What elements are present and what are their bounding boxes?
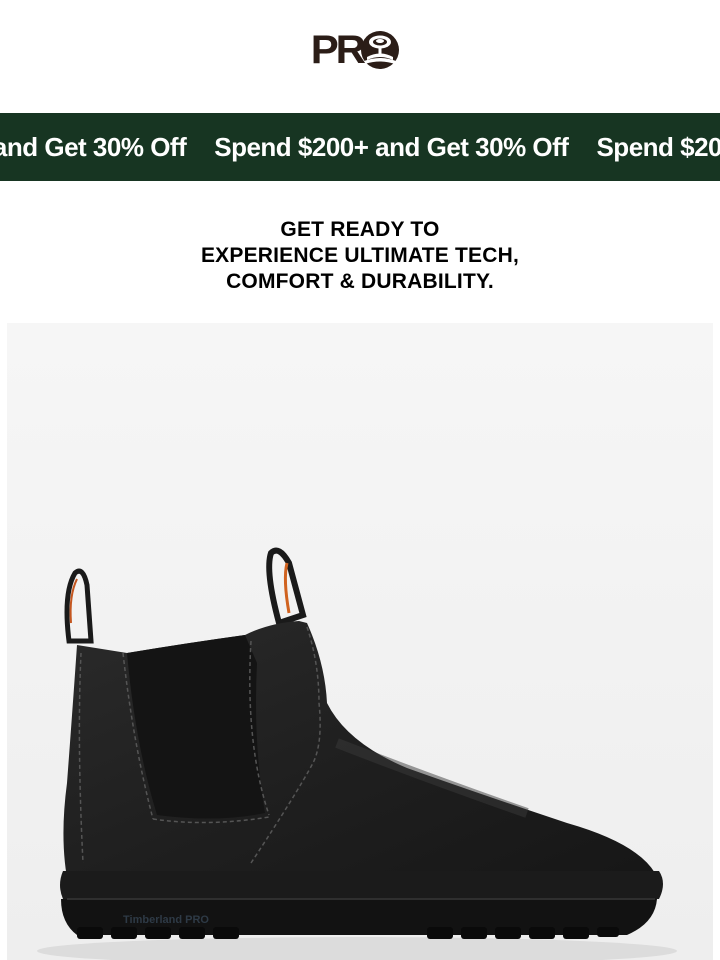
promo-text: Spend $200+ and Get 30% Off: [214, 132, 569, 162]
headline-line: GET READY TO: [280, 218, 440, 241]
page-headline: GET READY TO EXPERIENCE ULTIMATE TECH, C…: [0, 217, 720, 295]
boot-illustration: Timberland PRO: [7, 323, 713, 960]
promo-marquee: Spend $200+ and Get 30% Off Spend $200+ …: [0, 113, 720, 181]
header: PR: [0, 0, 720, 113]
headline-line: COMFORT & DURABILITY.: [226, 270, 494, 293]
logo-wordmark: PR: [310, 28, 366, 72]
tree-logo-icon: [360, 31, 399, 69]
promo-text: Spend $200+ and Get 30% Off: [0, 132, 187, 162]
sole-logo-text: Timberland PRO: [123, 914, 209, 926]
hero-product-image[interactable]: Timberland PRO: [7, 323, 713, 960]
headline-line: EXPERIENCE ULTIMATE TECH,: [200, 244, 520, 267]
promo-text: Spend $200+ and Get 30% Off: [596, 132, 720, 162]
promo-banner[interactable]: Spend $200+ and Get 30% Off Spend $200+ …: [0, 113, 720, 181]
email-page: PR Spend $200+ and Get 30% Off Spend $20…: [0, 0, 720, 960]
brand-logo[interactable]: PR: [310, 28, 408, 72]
